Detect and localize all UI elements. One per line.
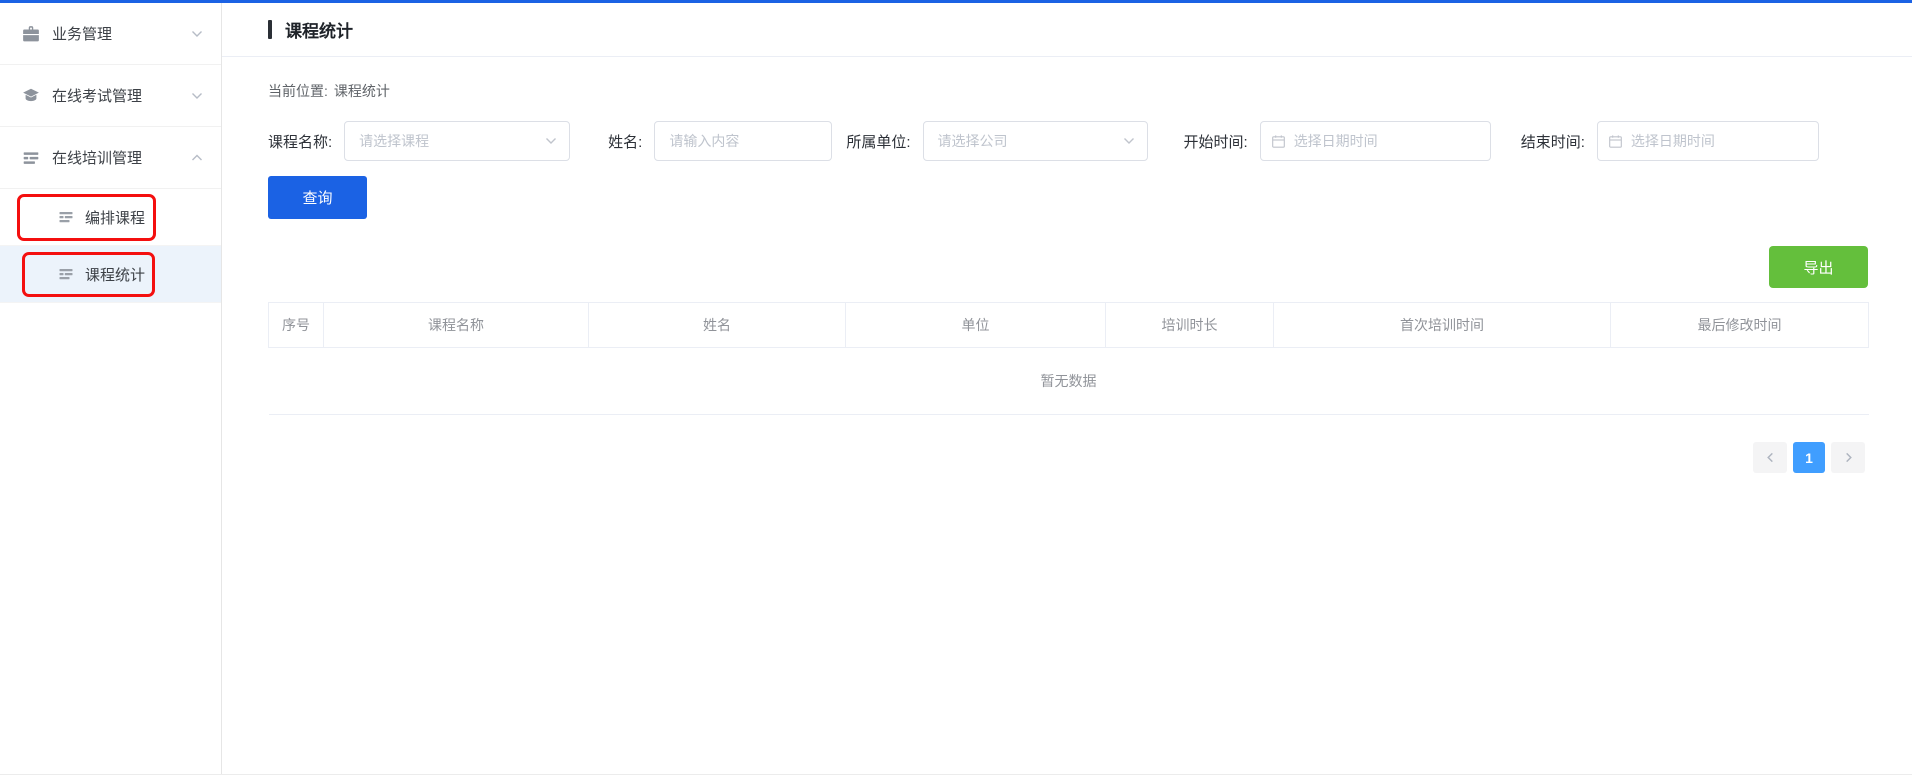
sidebar-item-label: 在线培训管理 (52, 147, 191, 168)
chevron-down-icon (1123, 135, 1135, 147)
graduation-cap-icon (22, 87, 40, 105)
chevron-left-icon (1765, 452, 1776, 463)
briefcase-icon (22, 25, 40, 43)
chevron-down-icon (191, 28, 203, 40)
sidebar-subitem-label: 课程统计 (85, 264, 145, 285)
sidebar-item-business-management[interactable]: 业务管理 (0, 3, 221, 65)
pagination: 1 (222, 442, 1865, 473)
name-input[interactable] (654, 121, 832, 161)
column-header-training-duration: 培训时长 (1106, 303, 1274, 348)
filter-name: 姓名: (608, 121, 832, 161)
filter-row: 课程名称: 请选择课程 姓名: 所属单位: 请选择公司 (268, 121, 1868, 161)
empty-state-text: 暂无数据 (269, 348, 1869, 415)
table-header-row: 序号 课程名称 姓名 单位 培训时长 首次培训时间 最后修改时间 (269, 303, 1869, 348)
chevron-down-icon (545, 135, 557, 147)
column-header-index: 序号 (269, 303, 324, 348)
page-title: 课程统计 (285, 17, 353, 42)
search-button[interactable]: 查询 (268, 176, 367, 219)
sidebar-item-label: 在线考试管理 (52, 85, 191, 106)
empty-state-row: 暂无数据 (269, 348, 1869, 415)
results-table-wrap: 序号 课程名称 姓名 单位 培训时长 首次培训时间 最后修改时间 暂无数据 (268, 302, 1868, 415)
start-time-label: 开始时间: (1184, 131, 1248, 152)
breadcrumb-current: 课程统计 (334, 83, 390, 99)
list-icon (22, 149, 40, 167)
column-header-first-training-time: 首次培训时间 (1274, 303, 1611, 348)
start-time-input[interactable] (1294, 133, 1480, 149)
column-header-course-name: 课程名称 (324, 303, 589, 348)
main-content: 课程统计 当前位置: 课程统计 课程名称: 请选择课程 姓名: (222, 3, 1912, 774)
list-icon (58, 209, 74, 225)
body-row: 业务管理 在线考试管理 在线培训管理 (0, 3, 1912, 774)
name-label: 姓名: (608, 131, 642, 152)
filter-start-time: 开始时间: (1184, 121, 1491, 161)
export-button[interactable]: 导出 (1769, 246, 1868, 288)
end-time-picker[interactable] (1597, 121, 1819, 161)
previous-page-button[interactable] (1753, 442, 1787, 473)
company-select-placeholder: 请选择公司 (938, 131, 1008, 151)
next-page-button[interactable] (1831, 442, 1865, 473)
filter-end-time: 结束时间: (1521, 121, 1819, 161)
sidebar-item-online-exam-management[interactable]: 在线考试管理 (0, 65, 221, 127)
column-header-unit: 单位 (846, 303, 1106, 348)
end-time-input[interactable] (1631, 133, 1808, 149)
export-button-row: 导出 (222, 246, 1868, 288)
breadcrumb: 当前位置: 课程统计 (268, 81, 1912, 101)
filter-company: 所属单位: 请选择公司 (846, 121, 1147, 161)
sidebar-subitem-course-statistics[interactable]: 课程统计 (0, 246, 221, 303)
list-icon (58, 266, 74, 282)
chevron-up-icon (191, 152, 203, 164)
sidebar-item-online-training-management[interactable]: 在线培训管理 (0, 127, 221, 189)
start-time-picker[interactable] (1260, 121, 1491, 161)
company-select[interactable]: 请选择公司 (923, 121, 1148, 161)
search-button-row: 查询 (222, 161, 1912, 219)
course-name-label: 课程名称: (268, 131, 332, 152)
chevron-down-icon (191, 90, 203, 102)
sidebar-subitem-label: 编排课程 (85, 207, 145, 228)
end-time-label: 结束时间: (1521, 131, 1585, 152)
column-header-name: 姓名 (589, 303, 846, 348)
results-table: 序号 课程名称 姓名 单位 培训时长 首次培训时间 最后修改时间 暂无数据 (268, 302, 1869, 415)
page-number-1[interactable]: 1 (1793, 442, 1825, 473)
page-header: 课程统计 (222, 3, 1912, 57)
filter-course: 课程名称: 请选择课程 (268, 121, 570, 161)
app-root: 业务管理 在线考试管理 在线培训管理 (0, 0, 1912, 775)
course-select[interactable]: 请选择课程 (344, 121, 570, 161)
title-accent-bar (268, 20, 272, 39)
course-select-placeholder: 请选择课程 (359, 131, 429, 151)
sidebar: 业务管理 在线考试管理 在线培训管理 (0, 3, 222, 774)
company-label: 所属单位: (846, 131, 910, 152)
sidebar-item-label: 业务管理 (52, 23, 191, 44)
breadcrumb-prefix: 当前位置: (268, 83, 328, 99)
sidebar-subitem-arrange-courses[interactable]: 编排课程 (0, 189, 221, 246)
calendar-icon (1608, 134, 1623, 149)
chevron-right-icon (1843, 452, 1854, 463)
calendar-icon (1271, 134, 1286, 149)
column-header-last-modified-time: 最后修改时间 (1611, 303, 1869, 348)
